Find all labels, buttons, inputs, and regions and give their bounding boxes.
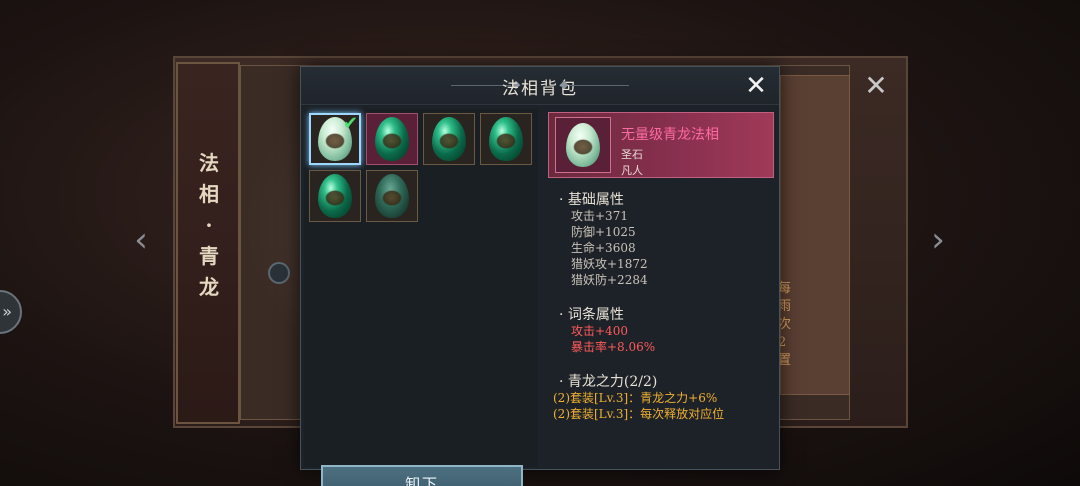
close-icon[interactable]: ✕	[743, 73, 769, 99]
soul-egg-icon	[375, 117, 409, 161]
bag-slot[interactable]	[366, 170, 418, 222]
item-rank: 凡人	[621, 164, 643, 177]
background-scroll-title: 法 相 · 青 龙	[196, 148, 222, 303]
base-attr-title: · 基础属性	[559, 192, 624, 208]
set-bonus-line: (2)套装[Lv.3]：每次释放对应位	[553, 407, 725, 421]
next-arrow-icon[interactable]: ›	[925, 218, 951, 262]
side-char: 雨	[778, 299, 792, 314]
side-char: 次2	[778, 317, 792, 350]
base-stat: 猎妖攻+1872	[571, 257, 648, 271]
background-close-icon[interactable]: ✕	[862, 72, 890, 100]
scroll-char: 青	[199, 244, 219, 268]
side-char: 置	[778, 353, 792, 368]
soul-bag-dialog: 法相背包 ✕ ✔ 卸下 无量级青龙法相 圣石 凡人 · 基础属性 攻击+371 …	[300, 66, 780, 486]
base-stat: 生命+3608	[571, 241, 636, 255]
base-stat: 防御+1025	[571, 225, 636, 239]
prev-arrow-icon[interactable]: ‹	[128, 218, 154, 262]
equipped-check-icon: ✔	[342, 113, 358, 134]
item-icon-frame	[555, 117, 611, 173]
background-side-text: 每 雨 次2 置	[778, 280, 798, 370]
dialog-title: 法相背包	[502, 79, 578, 99]
item-type: 圣石	[621, 148, 643, 161]
base-stat: 猎妖防+2284	[571, 273, 648, 287]
item-name: 无量级青龙法相	[621, 127, 719, 143]
affix-stat: 暴击率+8.06%	[571, 340, 656, 354]
title-decoration-right	[569, 85, 629, 86]
base-stat: 攻击+371	[571, 209, 628, 223]
soul-egg-icon	[566, 123, 600, 167]
scroll-char: 法	[199, 151, 219, 175]
soul-egg-icon	[318, 174, 352, 218]
item-header-card: 无量级青龙法相 圣石 凡人	[548, 112, 774, 178]
affix-attr-title: · 词条属性	[559, 307, 624, 323]
bag-slot[interactable]	[423, 113, 475, 165]
dialog-header: 法相背包 ✕	[301, 67, 779, 105]
scroll-char: 相	[199, 182, 219, 206]
bag-grid: ✔ 卸下	[304, 109, 538, 486]
bag-slot[interactable]	[309, 170, 361, 222]
background-ring-icon	[268, 262, 290, 284]
side-char: 每	[778, 281, 792, 296]
scroll-char: 龙	[199, 275, 219, 299]
item-detail-panel: 无量级青龙法相 圣石 凡人 · 基础属性 攻击+371 防御+1025 生命+3…	[547, 109, 777, 467]
soul-egg-icon	[375, 174, 409, 218]
soul-egg-icon	[432, 117, 466, 161]
bag-slot[interactable]	[480, 113, 532, 165]
unequip-button[interactable]: 卸下	[321, 465, 523, 486]
bag-slot[interactable]: ✔	[309, 113, 361, 165]
set-attr-title: · 青龙之力(2/2)	[559, 374, 658, 390]
scroll-char: ·	[205, 213, 213, 237]
soul-egg-icon	[489, 117, 523, 161]
side-expand-button[interactable]: »	[0, 290, 22, 334]
set-bonus-line: (2)套装[Lv.3]：青龙之力+6%	[553, 391, 718, 405]
affix-stat: 攻击+400	[571, 324, 628, 338]
bag-slot[interactable]	[366, 113, 418, 165]
